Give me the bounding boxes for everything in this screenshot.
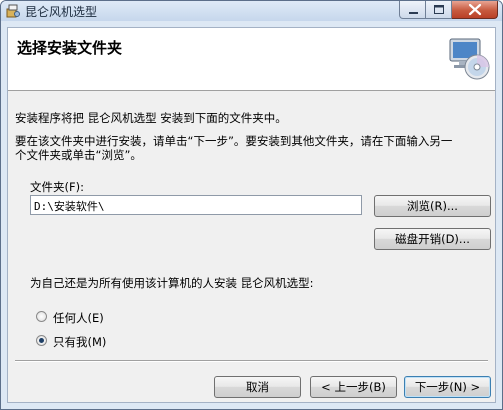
disk-cost-button[interactable]: 磁盘开销(D)... <box>374 228 491 250</box>
folder-label: 文件夹(F): <box>30 180 84 194</box>
cancel-button[interactable]: 取消 <box>214 376 301 398</box>
footer-separator <box>15 360 488 362</box>
close-button[interactable] <box>452 1 498 19</box>
folder-path-input[interactable]: D:\安装软件\ <box>30 195 362 215</box>
radio-button-selected[interactable] <box>36 335 47 346</box>
installer-window: 昆仑风机选型 选择安装文件夹 安装程序将把 昆仑风机选型 安装到下面的文件夹中。… <box>0 0 503 410</box>
minimize-button[interactable] <box>399 1 426 19</box>
minimize-icon <box>409 12 418 14</box>
radio-button-unselected[interactable] <box>36 311 47 322</box>
back-button[interactable]: < 上一步(B) <box>310 376 397 398</box>
install-for-question: 为自己还是为所有使用该计算机的人安装 昆仑风机选型: <box>30 276 314 290</box>
maximize-icon <box>434 5 444 14</box>
radio-just-me-label: 只有我(M) <box>53 335 107 349</box>
header-banner: 选择安装文件夹 <box>8 28 495 91</box>
radio-selected-dot <box>39 338 44 343</box>
computer-cd-icon <box>449 38 490 80</box>
next-button[interactable]: 下一步(N) > <box>404 376 491 398</box>
browse-button[interactable]: 浏览(R)... <box>374 195 491 217</box>
title-bar[interactable]: 昆仑风机选型 <box>1 1 502 21</box>
installer-app-icon <box>6 4 20 18</box>
page-title: 选择安装文件夹 <box>17 39 123 57</box>
description-line-1: 安装程序将把 昆仑风机选型 安装到下面的文件夹中。 <box>15 111 287 125</box>
description-line-3: 个文件夹或单击“浏览”。 <box>15 148 142 162</box>
close-icon <box>468 3 482 16</box>
dialog-client-area: 选择安装文件夹 安装程序将把 昆仑风机选型 安装到下面的文件夹中。 要在该文件夹… <box>7 27 496 403</box>
window-title: 昆仑风机选型 <box>25 5 98 19</box>
maximize-button[interactable] <box>426 1 452 19</box>
radio-everyone-label: 任何人(E) <box>53 311 104 325</box>
